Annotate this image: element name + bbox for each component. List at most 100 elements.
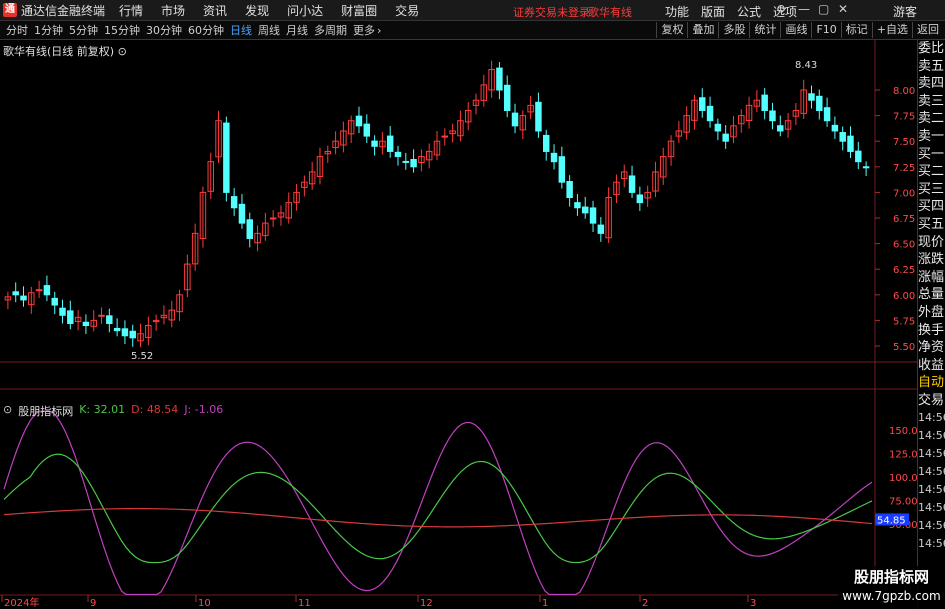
refresh-icon[interactable]: ⟳ (777, 2, 787, 16)
candle-body (246, 219, 253, 239)
add-watchlist-button[interactable]: +自选 (871, 22, 912, 38)
menu-function[interactable]: 功能 (665, 3, 689, 20)
menu-formula[interactable]: 公式 (737, 3, 761, 20)
price-tick: 6.00 (893, 291, 915, 302)
back-button[interactable]: 返回 (912, 22, 943, 38)
candle-body (355, 115, 363, 127)
quote-label: 卖五 (918, 58, 945, 74)
quote-label: 收益 (918, 357, 945, 373)
candle-body (106, 315, 113, 324)
guest-user[interactable]: 游客 (893, 3, 917, 20)
chevron-right-icon[interactable]: › (377, 24, 381, 37)
period-daily[interactable]: 日线 (230, 22, 252, 38)
candle-body (582, 206, 589, 214)
indicator-settings-icon[interactable]: ⊙ (3, 403, 12, 419)
candle-body (394, 151, 402, 158)
candle-body (503, 84, 511, 111)
trade-time: 14:56 (918, 519, 945, 533)
date-tick: 1 (542, 598, 548, 609)
indicator-axis: 150.00125.00100.0075.0050.0054.85 (875, 426, 917, 531)
indicator-tick: 100.00 (889, 473, 917, 484)
candle-body (43, 285, 51, 296)
menu-layout[interactable]: 版面 (701, 3, 725, 20)
trade-time: 14:56 (918, 465, 945, 479)
candle-body (511, 112, 519, 127)
candle-body (51, 297, 58, 306)
close-icon[interactable]: ✕ (838, 2, 848, 16)
adjust-button[interactable]: 复权 (656, 22, 687, 38)
candle-body (706, 105, 714, 122)
draw-line-button[interactable]: 画线 (780, 22, 811, 38)
quote-label: 委比 (918, 41, 945, 56)
quote-label: 外盘 (918, 304, 945, 320)
multi-stock-button[interactable]: 多股 (718, 22, 749, 38)
period-60min[interactable]: 60分钟 (188, 22, 224, 38)
candle-body (816, 95, 823, 111)
candle-body (386, 135, 394, 152)
trade-time: 14:56 (918, 411, 945, 425)
f10-button[interactable]: F10 (811, 22, 840, 38)
menu-quotes[interactable]: 行情 (119, 2, 143, 19)
high-price-label: 8.43 (795, 60, 817, 71)
candle-body (113, 327, 121, 332)
period-5min[interactable]: 5分钟 (69, 22, 98, 38)
app-title: 通达信金融终端 (21, 3, 106, 18)
candle-body (722, 133, 729, 142)
period-monthly[interactable]: 月线 (286, 22, 308, 38)
indicator-legend: ⊙ 股朋指标网 K: 32.01 D: 48.54 J: -1.06 (3, 403, 223, 419)
app-logo-icon: 通 (3, 3, 17, 17)
quote-label: 买一 (918, 146, 945, 162)
candle-body (363, 123, 371, 137)
quote-label: 卖四 (918, 76, 945, 92)
menu-news[interactable]: 资讯 (203, 2, 227, 19)
menu-discover[interactable]: 发现 (245, 2, 269, 19)
mark-button[interactable]: 标记 (840, 22, 872, 38)
period-timeshare[interactable]: 分时 (6, 22, 28, 38)
j-value: J: -1.06 (184, 403, 224, 416)
stats-button[interactable]: 统计 (749, 22, 780, 38)
period-weekly[interactable]: 周线 (258, 22, 280, 38)
chart-title: 歌华有线(日线 前复权) ⊙ (3, 43, 127, 59)
date-tick: 2 (642, 598, 648, 609)
candle-body (699, 97, 706, 111)
menu-trade[interactable]: 交易 (395, 2, 419, 19)
login-status[interactable]: 证券交易未登录 (513, 4, 590, 20)
menu-ask[interactable]: 问小达 (287, 2, 323, 19)
indicator-tick: 150.00 (889, 426, 917, 437)
menu-market[interactable]: 市场 (161, 2, 185, 19)
price-tick: 5.75 (893, 316, 915, 327)
period-more[interactable]: 更多 (353, 22, 375, 38)
candle-body (35, 289, 43, 292)
auto-label[interactable]: 自动 (918, 374, 945, 392)
period-1min[interactable]: 1分钟 (34, 22, 63, 38)
period-multi[interactable]: 多周期 (314, 22, 347, 38)
candle-body (12, 291, 19, 296)
candle-body (761, 94, 768, 111)
minimize-icon[interactable]: — (798, 2, 810, 16)
maximize-icon[interactable]: ▢ (818, 2, 829, 16)
watermark-title: 股朋指标网 (853, 568, 929, 586)
chart-settings-icon[interactable]: ⊙ (118, 45, 127, 58)
candle-body (402, 160, 410, 163)
chart-frame (0, 40, 917, 596)
candle-body (98, 314, 105, 317)
menu-wealth[interactable]: 财富圈 (341, 2, 377, 19)
low-price-label: 5.52 (131, 351, 153, 362)
candle-body (862, 166, 870, 169)
date-tick: 10 (198, 598, 211, 609)
trade-label[interactable]: 交易 (918, 392, 945, 410)
period-30min[interactable]: 30分钟 (146, 22, 182, 38)
date-tick: 12 (420, 598, 433, 609)
price-tick: 5.50 (893, 342, 915, 353)
d-line (3, 507, 873, 528)
stock-name-title: 歌华有线 (588, 6, 632, 19)
candle-body (855, 150, 862, 163)
quote-label: 涨跌 (918, 252, 945, 268)
quote-label: 涨幅 (918, 269, 945, 285)
period-15min[interactable]: 15分钟 (104, 22, 140, 38)
overlay-button[interactable]: 叠加 (687, 22, 718, 38)
kline-chart[interactable]: 8.00 7.75 7.50 7.25 7.00 6.75 6.50 6.25 6.00 5.75… (0, 40, 917, 609)
quote-label: 现价 (918, 234, 945, 250)
trade-time: 14:56 (918, 537, 945, 551)
price-tick: 6.25 (893, 265, 915, 276)
